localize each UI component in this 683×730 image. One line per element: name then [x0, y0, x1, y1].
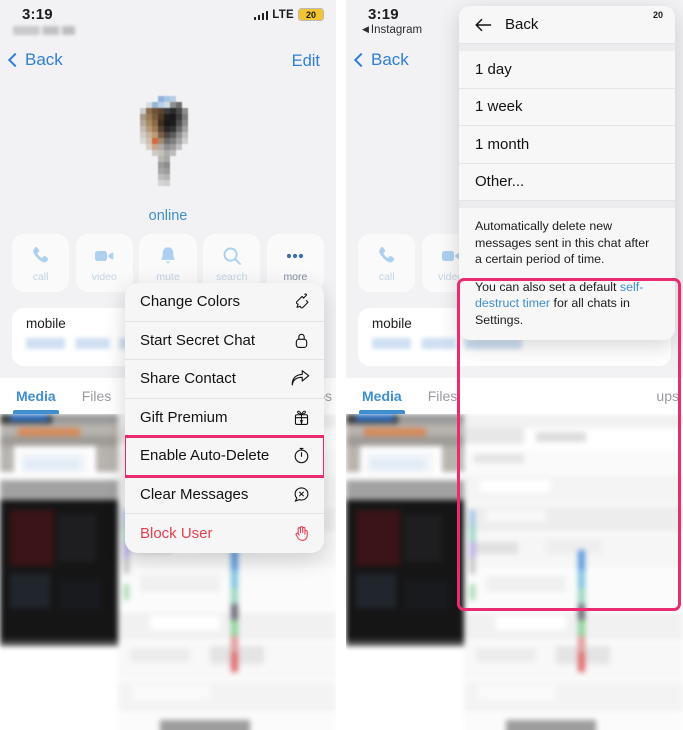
auto-delete-menu: Back 1 day 1 week 1 month Other... Autom…: [459, 6, 675, 340]
ellipsis-icon: [283, 244, 307, 268]
back-button[interactable]: Back: [7, 50, 63, 70]
action-button-label: call: [378, 270, 395, 283]
context-menu-item-label: Enable Auto-Delete: [140, 447, 270, 465]
description-paragraph-1: Automatically delete new messages sent i…: [475, 219, 650, 266]
context-menu: Change Colors Start Secret Chat Share Cont…: [125, 283, 324, 553]
paintbrush-icon: [292, 292, 311, 311]
edit-button[interactable]: Edit: [292, 52, 320, 71]
auto-delete-option-other[interactable]: Other...: [459, 164, 675, 201]
back-button[interactable]: Back: [353, 50, 409, 70]
screenshot-stage: 3:19 LTE 20 Back Edit online call video mu…: [0, 0, 683, 730]
context-menu-item-label: Block User: [140, 524, 213, 542]
context-menu-item-block-user[interactable]: Block User: [125, 514, 324, 553]
menu-separator: [459, 44, 675, 51]
status-time: 3:19: [22, 6, 53, 23]
action-button-call[interactable]: call: [357, 234, 416, 292]
context-menu-item-label: Clear Messages: [140, 485, 249, 503]
context-menu-item-clear-messages[interactable]: Clear Messages: [125, 476, 324, 514]
phone-icon: [29, 244, 53, 268]
tab-media[interactable]: Media: [13, 378, 59, 414]
context-menu-item-label: Change Colors: [140, 293, 241, 311]
battery-icon: 20: [298, 8, 324, 21]
status-subtitle-blurred: [13, 26, 75, 35]
auto-delete-back-label: Back: [505, 16, 539, 33]
menu-separator: [459, 201, 675, 208]
online-status-label: online: [148, 208, 188, 224]
gift-icon: [292, 408, 311, 427]
tabs-bar-right: Media Files ups: [346, 378, 683, 414]
clear-chat-icon: [292, 485, 311, 504]
context-menu-item-label: Gift Premium: [140, 408, 228, 426]
timer-icon: [292, 446, 311, 465]
back-triangle-icon: ◀: [362, 24, 369, 34]
network-type-label: LTE: [272, 8, 294, 21]
status-indicators: LTE 20: [253, 8, 324, 21]
media-thumbnails-blurred: [346, 414, 683, 730]
chevron-left-icon: [7, 52, 23, 68]
status-subtitle-label: Instagram: [370, 24, 423, 36]
context-menu-item-gift-premium[interactable]: Gift Premium: [125, 399, 324, 437]
media-grid-right: [346, 414, 683, 730]
context-menu-item-label: Start Secret Chat: [140, 331, 256, 349]
avatar-image[interactable]: [122, 92, 214, 200]
description-paragraph-2: You can also set a default self-destruct…: [475, 279, 659, 329]
tab-files[interactable]: Files: [428, 378, 458, 414]
action-button-call[interactable]: call: [12, 234, 70, 292]
action-button-label: video: [91, 270, 117, 283]
auto-delete-option-1month[interactable]: 1 month: [459, 126, 675, 164]
back-button-label: Back: [25, 50, 63, 69]
tab-media[interactable]: Media: [359, 378, 405, 414]
action-button-label: more: [283, 270, 308, 283]
phone-icon: [375, 244, 399, 268]
bell-icon: [156, 244, 180, 268]
desc-pre: You can also set a default: [475, 279, 620, 294]
auto-delete-option-1day[interactable]: 1 day: [459, 51, 675, 89]
status-subtitle[interactable]: ◀ Instagram: [362, 24, 422, 36]
back-button-label: Back: [371, 50, 409, 69]
hand-stop-icon: [292, 524, 311, 543]
context-menu-item-change-colors[interactable]: Change Colors: [125, 283, 324, 322]
right-phone-panel: 3:19 ◀Instagram LTE 20 Back Edit onl: [346, 0, 683, 730]
nav-bar-left: Back Edit: [0, 44, 336, 84]
context-menu-item-start-secret-chat[interactable]: Start Secret Chat: [125, 322, 324, 360]
profile-header-left: online: [0, 84, 336, 234]
video-camera-icon: [92, 244, 116, 268]
action-button-label: search: [215, 270, 248, 283]
signal-bars-icon: [253, 9, 269, 20]
auto-delete-option-1week[interactable]: 1 week: [459, 89, 675, 126]
tab-groups-cut[interactable]: ups: [656, 378, 679, 414]
action-button-label: call: [32, 270, 49, 283]
status-bar-left: 3:19 LTE 20: [0, 0, 336, 44]
auto-delete-description: Automatically delete new messages sent i…: [459, 208, 675, 340]
share-arrow-icon: [290, 369, 311, 388]
status-time: 3:19: [368, 6, 399, 23]
arrow-left-icon: [475, 18, 492, 31]
tab-files[interactable]: Files: [82, 378, 112, 414]
left-phone-panel: 3:19 LTE 20 Back Edit online call video mu…: [0, 0, 336, 730]
action-button-label: mute: [156, 270, 180, 283]
chevron-left-icon: [353, 52, 369, 68]
context-menu-item-enable-auto-delete[interactable]: Enable Auto-Delete: [125, 435, 324, 477]
auto-delete-back-button[interactable]: Back: [459, 6, 675, 44]
battery-percent-label: 20: [652, 9, 663, 20]
lock-icon: [292, 331, 311, 350]
context-menu-item-share-contact[interactable]: Share Contact: [125, 360, 324, 399]
context-menu-item-label: Share Contact: [140, 370, 236, 388]
magnifier-icon: [220, 244, 244, 268]
battery-percent-label: 20: [305, 9, 316, 20]
